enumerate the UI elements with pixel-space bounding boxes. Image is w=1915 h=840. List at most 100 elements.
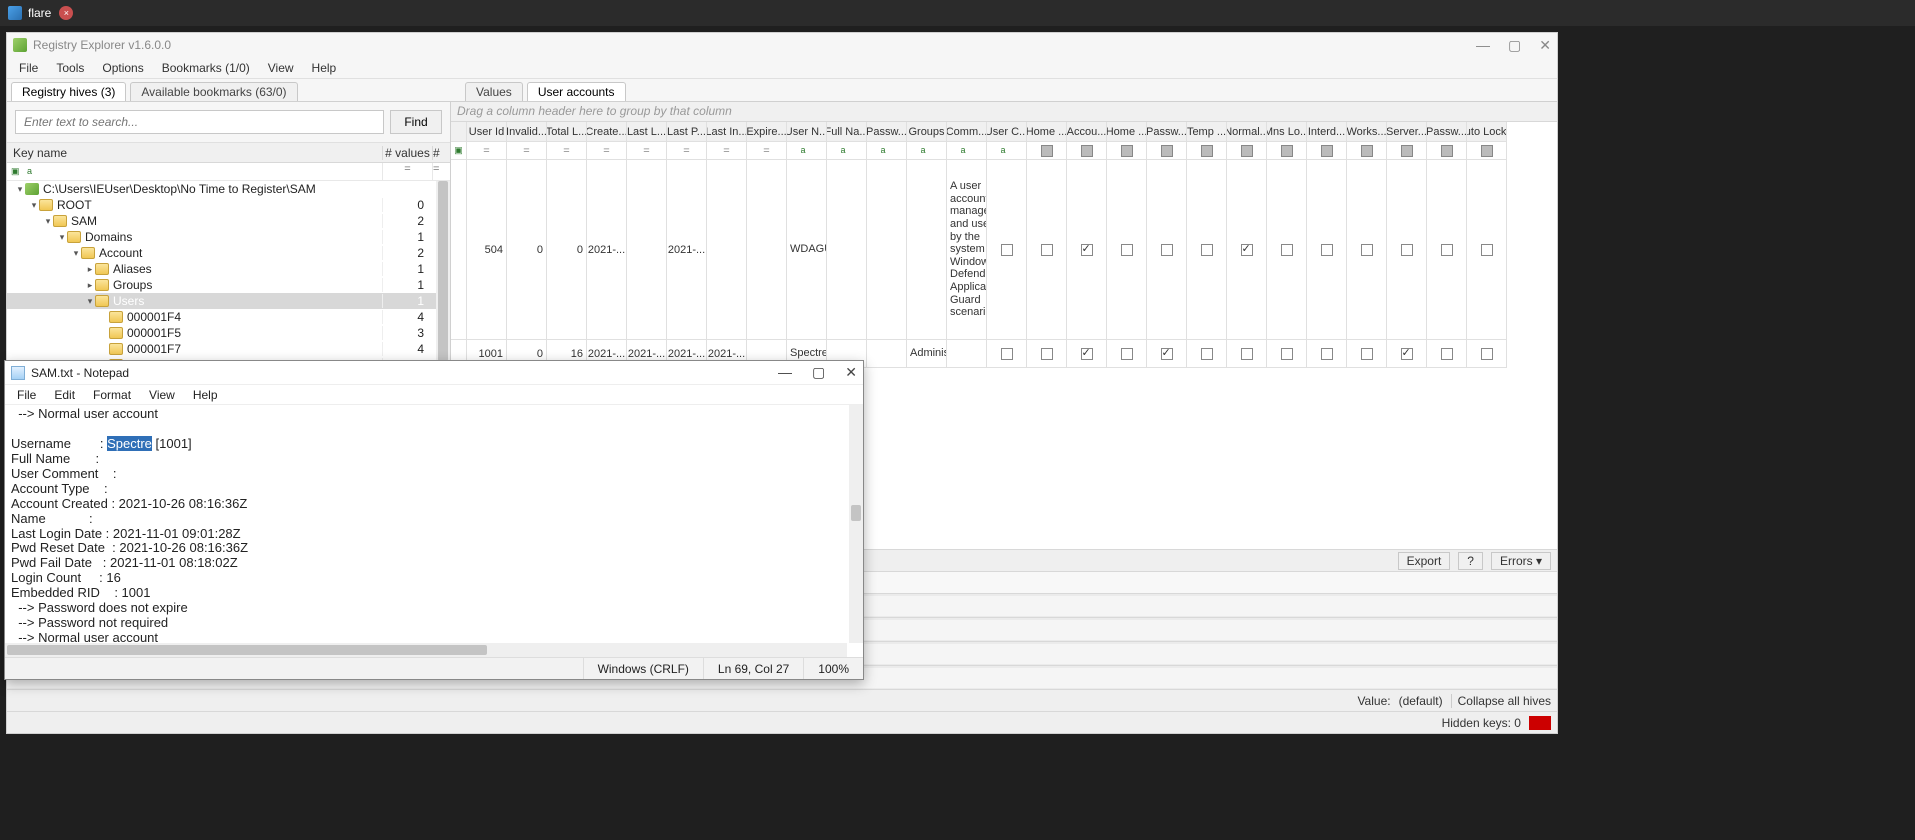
grid-filter-cell[interactable]: a (867, 142, 907, 160)
grid-filter-cell[interactable] (1027, 142, 1067, 160)
grid-cell[interactable]: 504 (467, 160, 507, 340)
grid-checkbox-cell[interactable] (1187, 340, 1227, 368)
grid-filter-cell[interactable]: a (987, 142, 1027, 160)
grid-col-header[interactable]: Server... (1387, 122, 1427, 142)
grid-filter-cell[interactable]: = (507, 142, 547, 160)
collapse-all-button[interactable]: Collapse all hives (1451, 694, 1551, 708)
np-menu-format[interactable]: Format (85, 387, 139, 403)
tab-available-bookmarks[interactable]: Available bookmarks (63/0) (130, 82, 297, 101)
grid-cell[interactable]: 2021-... (587, 160, 627, 340)
grid-checkbox-cell[interactable] (1027, 160, 1067, 340)
grid-filter-cell[interactable]: a (947, 142, 987, 160)
grid-cell[interactable]: Administrators (907, 340, 947, 368)
grid-filter-cell[interactable] (1467, 142, 1507, 160)
tree-row[interactable]: ▾Account2 (7, 245, 450, 261)
grid-col-header[interactable]: Comm... (947, 122, 987, 142)
grid-filter-cell[interactable] (1187, 142, 1227, 160)
expand-icon[interactable]: ▾ (43, 216, 53, 227)
grid-cell[interactable]: 2021-... (667, 160, 707, 340)
grid-checkbox-cell[interactable] (1107, 160, 1147, 340)
grid-col-header[interactable]: Total L... (547, 122, 587, 142)
grid-filter-cell[interactable]: a (787, 142, 827, 160)
grid-col-header[interactable]: Works... (1347, 122, 1387, 142)
grid-col-header[interactable]: Create... (587, 122, 627, 142)
grid-checkbox-cell[interactable] (1067, 340, 1107, 368)
grid-checkbox-cell[interactable] (1027, 340, 1067, 368)
grid-checkbox-cell[interactable] (1227, 160, 1267, 340)
grid-checkbox-cell[interactable] (1187, 160, 1227, 340)
grid-cell[interactable] (867, 160, 907, 340)
regwin-minimize-button[interactable]: — (1476, 37, 1490, 54)
grid-checkbox-cell[interactable] (1067, 160, 1107, 340)
group-by-hint[interactable]: Drag a column header here to group by th… (451, 102, 1557, 122)
tree-col-values[interactable]: # values (382, 146, 432, 160)
search-input[interactable] (15, 110, 384, 134)
grid-filter-cell[interactable] (1347, 142, 1387, 160)
notepad-vscroll[interactable] (849, 405, 863, 643)
grid-filter-cell[interactable]: = (707, 142, 747, 160)
expand-icon[interactable]: ▾ (71, 248, 81, 259)
grid-checkbox-cell[interactable] (1427, 160, 1467, 340)
grid-cell[interactable]: WDAGUtilityAccount (787, 160, 827, 340)
grid-filter-cell[interactable] (1267, 142, 1307, 160)
tree-row[interactable]: ▾C:\Users\IEUser\Desktop\No Time to Regi… (7, 181, 450, 197)
grid-col-header[interactable]: Expire... (747, 122, 787, 142)
tree-col-keyname[interactable]: Key name (7, 146, 382, 160)
grid-filter-cell[interactable] (1427, 142, 1467, 160)
menu-bookmarks[interactable]: Bookmarks (1/0) (154, 59, 258, 77)
tree-row[interactable]: 000001F74 (7, 341, 450, 357)
tree-row[interactable]: ▾ROOT0 (7, 197, 450, 213)
grid-col-header[interactable]: Auto Lock... (1467, 122, 1507, 142)
expand-icon[interactable]: ▾ (15, 184, 25, 195)
tab-registry-hives[interactable]: Registry hives (3) (11, 82, 126, 101)
grid-col-header[interactable]: Temp ... (1187, 122, 1227, 142)
grid-col-header[interactable]: Last P... (667, 122, 707, 142)
tree-row[interactable]: 000001F53 (7, 325, 450, 341)
grid-filter-cell[interactable]: = (587, 142, 627, 160)
grid-checkbox-cell[interactable] (1387, 160, 1427, 340)
notepad-maximize-button[interactable]: ▢ (812, 364, 825, 381)
grid-checkbox-cell[interactable] (1307, 160, 1347, 340)
grid-checkbox-cell[interactable] (1467, 340, 1507, 368)
notepad-text-area[interactable]: --> Normal user account Username : Spect… (5, 405, 863, 657)
grid-filter-cell[interactable] (1107, 142, 1147, 160)
grid-col-header[interactable]: User Id (467, 122, 507, 142)
grid-checkbox-cell[interactable] (1387, 340, 1427, 368)
grid-cell[interactable] (627, 160, 667, 340)
grid-checkbox-cell[interactable] (1107, 340, 1147, 368)
regwin-close-button[interactable]: ✕ (1539, 37, 1551, 54)
find-button[interactable]: Find (390, 110, 442, 134)
np-menu-file[interactable]: File (9, 387, 44, 403)
grid-checkbox-cell[interactable] (1307, 340, 1347, 368)
grid-checkbox-cell[interactable] (1147, 340, 1187, 368)
flare-close-button[interactable]: × (59, 6, 73, 20)
export-button[interactable]: Export (1398, 552, 1451, 570)
grid-cell[interactable] (707, 160, 747, 340)
tab-values[interactable]: Values (465, 82, 523, 101)
grid-checkbox-cell[interactable] (987, 340, 1027, 368)
grid-col-header[interactable]: Home ... (1107, 122, 1147, 142)
grid-filter-cell[interactable] (1147, 142, 1187, 160)
expand-icon[interactable]: ▸ (85, 264, 95, 275)
tab-user-accounts[interactable]: User accounts (527, 82, 626, 101)
grid-checkbox-cell[interactable] (1427, 340, 1467, 368)
regwin-titlebar[interactable]: Registry Explorer v1.6.0.0 — ▢ ✕ (7, 33, 1557, 57)
tree-row[interactable]: ▾Users1 (7, 293, 450, 309)
tree-row[interactable]: ▾SAM2 (7, 213, 450, 229)
grid-filter-cell[interactable]: = (667, 142, 707, 160)
grid-filter-cell[interactable] (1067, 142, 1107, 160)
menu-help[interactable]: Help (304, 59, 345, 77)
np-menu-edit[interactable]: Edit (46, 387, 83, 403)
help-qmark-button[interactable]: ? (1458, 552, 1483, 570)
grid-cell[interactable] (827, 160, 867, 340)
grid-cell[interactable] (451, 160, 467, 340)
menu-options[interactable]: Options (94, 59, 151, 77)
errors-dropdown[interactable]: Errors ▾ (1491, 552, 1551, 570)
notepad-titlebar[interactable]: SAM.txt - Notepad — ▢ ✕ (5, 361, 863, 385)
grid-checkbox-cell[interactable] (987, 160, 1027, 340)
tree-row[interactable]: ▾Domains1 (7, 229, 450, 245)
expand-icon[interactable]: ▾ (85, 296, 95, 307)
grid-col-header[interactable]: Passw... (1147, 122, 1187, 142)
regwin-maximize-button[interactable]: ▢ (1508, 37, 1521, 54)
menu-file[interactable]: File (11, 59, 46, 77)
